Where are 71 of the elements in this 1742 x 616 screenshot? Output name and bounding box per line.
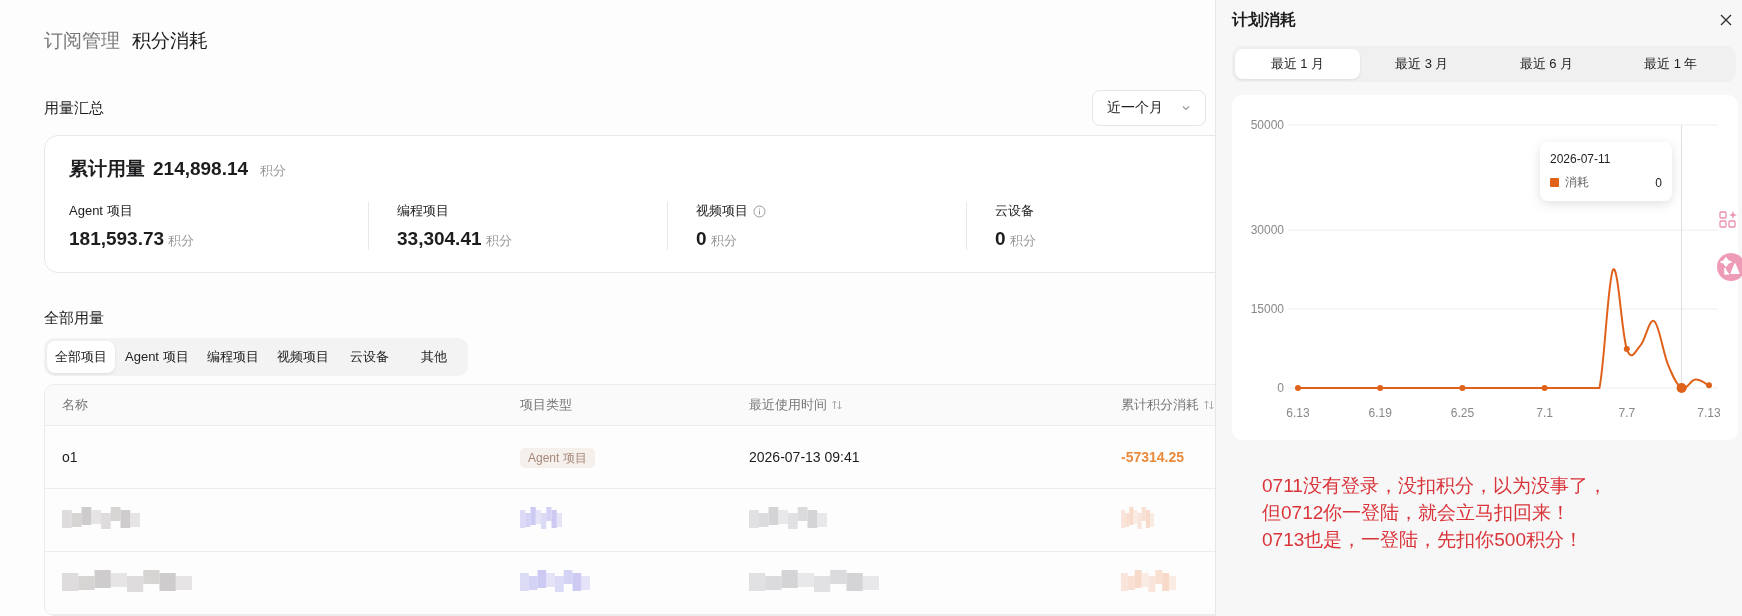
- table-cell: -57314.25: [1121, 449, 1185, 465]
- section-title: 用量汇总: [44, 98, 104, 118]
- column-header: 累计积分消耗: [1121, 396, 1199, 414]
- project-tab[interactable]: 编程项目: [198, 341, 267, 373]
- unit-label: 积分: [260, 162, 287, 180]
- axis-label: 30000: [1250, 223, 1284, 238]
- panel-title: 计划消耗: [1232, 9, 1296, 30]
- project-tab[interactable]: Agent 项目: [117, 341, 197, 373]
- data-point: [1541, 385, 1548, 391]
- stat-label: 云设备: [995, 202, 1034, 220]
- total-label: 累计用量: [69, 157, 145, 181]
- table-cell: 2026-07-13 09:41: [749, 449, 860, 465]
- range-dropdown[interactable]: 近一个月: [1092, 90, 1206, 126]
- column-header: 名称: [62, 396, 88, 414]
- stat-value: 33,304.41: [397, 228, 482, 249]
- section-title: 全部用量: [44, 309, 105, 328]
- data-point: [1676, 383, 1687, 393]
- close-icon[interactable]: [1720, 14, 1732, 26]
- axis-label: 6.25: [1450, 406, 1475, 420]
- data-point: [1295, 385, 1301, 391]
- data-point: [1706, 382, 1712, 389]
- translate-icon[interactable]: [1716, 252, 1742, 282]
- column-header: 项目类型: [520, 396, 572, 414]
- range-tab[interactable]: 最近 1 月: [1235, 49, 1360, 79]
- caret-icon: [1181, 103, 1191, 113]
- axis-label: 6.19: [1368, 406, 1392, 420]
- range-tab[interactable]: 最近 6 月: [1484, 49, 1609, 79]
- project-tab[interactable]: 视频项目: [268, 341, 337, 373]
- stat-label: Agent 项目: [69, 202, 133, 220]
- range-tab[interactable]: 最近 3 月: [1359, 49, 1484, 79]
- stat-value: 181,593.73: [69, 228, 165, 249]
- tooltip-value: 0: [1655, 175, 1662, 190]
- stat-value: 0: [696, 228, 707, 249]
- project-tab[interactable]: 云设备: [338, 341, 401, 373]
- sort-icon[interactable]: [831, 399, 843, 411]
- axis-label: 0: [1277, 381, 1284, 395]
- data-point: [1623, 346, 1630, 353]
- project-tab[interactable]: 全部项目: [47, 341, 115, 373]
- tooltip-title: 2026-07-11: [1550, 152, 1612, 166]
- breadcrumb-item[interactable]: 订阅管理: [44, 28, 120, 54]
- apps-sparkle-icon[interactable]: [1719, 210, 1739, 230]
- axis-label: 7.1: [1536, 406, 1553, 420]
- axis-label: 15000: [1250, 302, 1284, 317]
- stat-label: 视频项目: [696, 202, 748, 220]
- pixelated-text: [1121, 570, 1176, 592]
- breadcrumb-item: 积分消耗: [132, 29, 208, 53]
- type-tag: Agent 项目: [520, 447, 595, 468]
- stat-value: 0: [995, 228, 1006, 249]
- info-icon[interactable]: [753, 204, 766, 218]
- pixelated-text: [520, 570, 590, 592]
- pixelated-text: [520, 507, 562, 529]
- total-value: 214,898.14: [153, 158, 249, 180]
- data-point: [1459, 385, 1466, 391]
- axis-label: 7.13: [1697, 406, 1721, 420]
- range-tab[interactable]: 最近 1 年: [1608, 49, 1733, 79]
- unit-label: 积分: [1009, 233, 1036, 248]
- unit-label: 积分: [710, 233, 737, 248]
- stat-label: 编程项目: [397, 202, 449, 220]
- project-tab[interactable]: 其他: [402, 341, 465, 373]
- tooltip-label: 消耗: [1565, 174, 1590, 191]
- unit-label: 积分: [168, 233, 195, 248]
- unit-label: 积分: [485, 233, 512, 248]
- axis-label: 6.13: [1286, 406, 1310, 420]
- pixelated-text: [1121, 507, 1154, 529]
- column-header: 最近使用时间: [749, 396, 827, 414]
- table-cell: o1: [62, 449, 78, 465]
- annotation-text: 0711没有登录，没扣积分，以为没事了， 但0712你一登陆，就会立马扣回来！ 0713也是，一登陆，先扣你500积分！: [1262, 474, 1608, 552]
- axis-label: 50000: [1250, 118, 1284, 132]
- axis-label: 7.7: [1618, 406, 1636, 420]
- data-point: [1377, 385, 1384, 391]
- sort-icon[interactable]: [1203, 399, 1215, 411]
